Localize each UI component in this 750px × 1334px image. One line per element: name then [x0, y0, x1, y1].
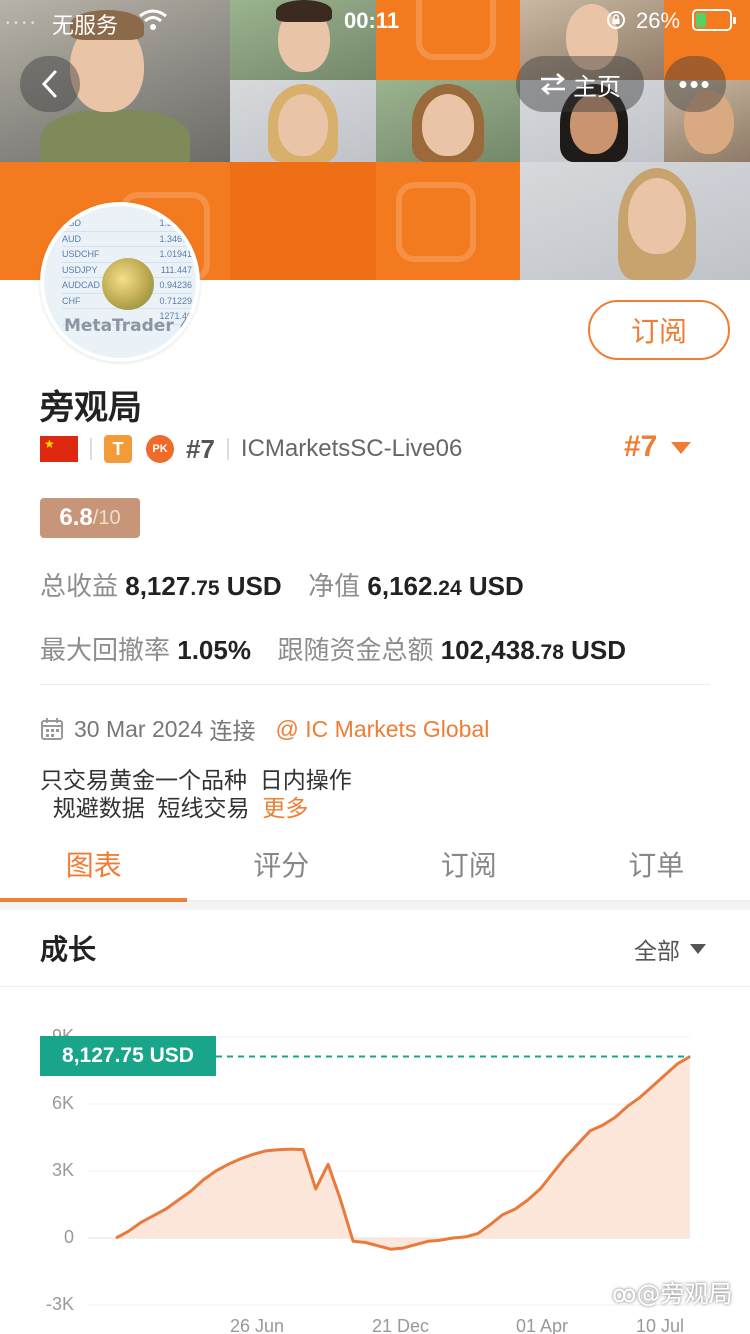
status-bar: • • • • 无服务 00:11 26% [0, 0, 750, 40]
tab-subscription[interactable]: 订阅 [375, 836, 563, 900]
more-options-button[interactable]: ••• [664, 56, 726, 112]
signal-dots-icon: • • • • [6, 18, 36, 29]
section-gap [0, 902, 750, 910]
t-badge: T [104, 435, 132, 463]
equity-currency: USD [468, 571, 524, 601]
tab-chart[interactable]: 图表 [0, 836, 188, 902]
growth-title: 成长 [40, 934, 97, 965]
watermark-text: @旁观局 [636, 1280, 733, 1308]
china-flag-icon: ★ [40, 436, 78, 462]
rank-inline: #7 [186, 433, 215, 464]
connect-label: 连接 [209, 718, 256, 744]
follow-funds-label: 跟随资金总额 [277, 635, 434, 665]
total-profit-value: 8,127.75 USD [125, 571, 281, 601]
weibo-icon: ꝏ [612, 1280, 637, 1308]
badge-divider [226, 438, 229, 460]
pk-badge[interactable]: PK [146, 435, 174, 463]
current-value-tag: 8,127.75 USD [40, 1036, 216, 1077]
calendar-icon [41, 718, 63, 740]
follow-funds-currency: USD [571, 635, 627, 665]
range-label: 全部 [634, 938, 680, 964]
back-button[interactable] [20, 56, 80, 112]
y-tick-label: 3K [51, 1160, 74, 1180]
x-tick-label: 10 Jul [636, 1316, 685, 1334]
more-link[interactable]: 更多 [262, 795, 308, 821]
equity-value: 6,162.24 USD [367, 571, 523, 601]
status-time: 00:11 [344, 8, 400, 33]
banner-tile-orange-4 [230, 162, 376, 280]
y-tick-label: 0 [63, 1227, 74, 1247]
avatar-logo-text: MetaTrader 4 [64, 316, 192, 336]
drawdown-follow-row: 最大回撤率 1.05% 跟随资金总额 102,438.78 USD [40, 630, 626, 667]
caret-down-icon [690, 944, 706, 954]
rank-dropdown-label: #7 [624, 430, 658, 463]
banner-photo-4 [230, 80, 376, 162]
tab-orders[interactable]: 订单 [563, 836, 750, 900]
battery-percentage: 26% [636, 8, 681, 33]
follow-funds-dec: .78 [534, 641, 564, 664]
y-tick-label: 6K [51, 1093, 74, 1113]
profit-equity-row: 总收益 8,127.75 USD 净值 6,162.24 USD [40, 566, 524, 603]
ellipsis-icon: ••• [678, 68, 712, 99]
section-divider [40, 684, 710, 685]
profile-name: 旁观局 [40, 389, 142, 427]
badge-divider [90, 438, 92, 460]
broker-link[interactable]: @ IC Markets Global [276, 716, 490, 743]
wifi-icon [139, 9, 167, 30]
equity-dec: .24 [432, 577, 462, 600]
banner-photo-5 [376, 80, 520, 162]
swap-icon [541, 73, 565, 95]
follow-funds-int: 102,438 [440, 635, 535, 665]
tab-bar: 图表 评分 订阅 订单 [0, 836, 750, 902]
banner-tile-orange-5 [376, 162, 520, 280]
profile-badges: ★ T PK #7 ICMarketsSC-Live06 [40, 432, 462, 466]
x-tick-label: 01 Apr [516, 1316, 569, 1334]
home-button[interactable]: 主页 [516, 56, 644, 112]
tab-rating[interactable]: 评分 [188, 836, 376, 900]
rating-badge: 6.8/10 [40, 498, 140, 538]
range-selector[interactable]: 全部 [634, 932, 706, 966]
rating-max: /10 [92, 506, 121, 529]
total-profit-dec: .75 [190, 577, 220, 600]
equity-label: 净值 [308, 571, 361, 601]
avatar-quote-row: USD 1.30361 [62, 216, 192, 232]
subscribe-button[interactable]: 订阅 [588, 300, 730, 360]
strategy-description: 只交易黄金一个品种 日内操作 规避数据 短线交易 更多 [40, 766, 352, 822]
connect-date: 30 Mar 2024 [74, 715, 204, 742]
metatrader-globe-icon [102, 258, 154, 310]
total-profit-label: 总收益 [40, 571, 119, 601]
total-profit-int: 8,127 [125, 571, 191, 601]
banner-photo-8 [520, 162, 750, 280]
chart-divider [0, 986, 750, 987]
y-tick-label: -3K [45, 1294, 74, 1314]
rank-dropdown[interactable]: #7 [624, 430, 692, 464]
avatar[interactable]: USD 1.30361 AUD 1.34678 USDCHF 1.01941 USDJPY 1… [40, 202, 200, 362]
equity-int: 6,162 [367, 571, 433, 601]
x-tick-label: 26 Jun [230, 1316, 285, 1334]
carrier-label: 无服务 [52, 13, 119, 38]
orientation-lock-icon [607, 11, 625, 29]
x-tick-label: 21 Dec [372, 1316, 430, 1334]
caret-down-icon [671, 442, 692, 454]
avatar-quote-row: AUD 1.34678 [62, 232, 192, 247]
rating-score: 6.8 [59, 504, 93, 531]
connection-info: 30 Mar 2024 连接 @ IC Markets Global [40, 712, 489, 746]
home-button-label: 主页 [573, 73, 621, 101]
growth-area [116, 1056, 690, 1250]
battery-icon [692, 9, 736, 31]
max-drawdown-value: 1.05% [177, 635, 251, 665]
follow-funds-value: 102,438.78 USD [441, 635, 626, 665]
watermark: ꝏ@旁观局 [612, 1274, 732, 1309]
chevron-left-icon [41, 70, 57, 98]
total-profit-currency: USD [226, 571, 282, 601]
max-drawdown-label: 最大回撤率 [40, 635, 171, 665]
server-name: ICMarketsSC-Live06 [240, 435, 463, 462]
